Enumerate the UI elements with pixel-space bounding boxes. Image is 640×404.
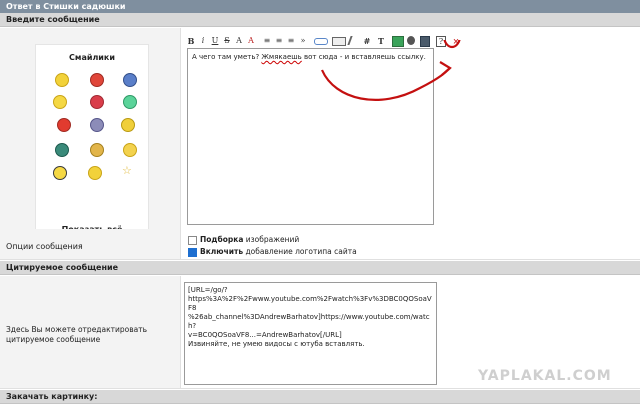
- logo-option-text: Включить добавление логотипа сайта: [200, 247, 357, 256]
- annotation-arrow-icon: [320, 40, 461, 101]
- quote-line: %26ab_channel%3DAndrewBarhatov]https://w…: [188, 313, 430, 330]
- smiley-icon[interactable]: [123, 143, 137, 157]
- smiley-icon[interactable]: [55, 73, 69, 87]
- section-quoted-header: Цитируемое сообщение: [0, 261, 640, 275]
- align-center-button[interactable]: ≡: [274, 35, 284, 47]
- smileys-panel: Смайлики ☆ Показать всё: [35, 44, 149, 243]
- watermark: YAPLAKAL.COM: [478, 368, 612, 384]
- quote-line: [URL=/go/?: [188, 286, 228, 294]
- quote-line: Извиняйте, не умею видосы с ютуба вставл…: [188, 340, 365, 348]
- selection-checkbox[interactable]: [188, 236, 197, 245]
- strike-button[interactable]: S: [222, 35, 232, 47]
- smiley-icon[interactable]: [121, 118, 135, 132]
- smileys-cell: Смайлики ☆ Показать всё: [0, 28, 181, 243]
- quote-line: https%3A%2F%2Fwww.youtube.com%2Fwatch%3F…: [188, 295, 432, 312]
- quote-textarea[interactable]: [URL=/go/? https%3A%2F%2Fwww.youtube.com…: [184, 282, 437, 385]
- smiley-icon[interactable]: [88, 166, 102, 180]
- section-upload-header: Закачать картинку:: [0, 390, 640, 404]
- smiley-icon[interactable]: [90, 73, 104, 87]
- text-size-button[interactable]: A: [234, 35, 244, 47]
- quote-label: Здесь Вы можете отредактировать цитируем…: [6, 325, 148, 344]
- options-label: Опции сообщения: [6, 242, 83, 251]
- editor-text: А чего там уметь?: [192, 53, 262, 61]
- smiley-icon[interactable]: [53, 95, 67, 109]
- smiley-icon[interactable]: [55, 143, 69, 157]
- smiley-icon[interactable]: [53, 166, 67, 180]
- text-color-button[interactable]: A: [246, 35, 256, 47]
- align-left-button[interactable]: ≡: [262, 35, 272, 47]
- section-message-header: Введите сообщение: [0, 13, 640, 27]
- smiley-icon[interactable]: [90, 118, 104, 132]
- smiley-icon[interactable]: [90, 95, 104, 109]
- smiley-icon[interactable]: [90, 143, 104, 157]
- smiley-icon[interactable]: [123, 95, 137, 109]
- logo-checkbox[interactable]: [188, 248, 197, 257]
- bold-button[interactable]: B: [186, 35, 196, 47]
- star-icon[interactable]: ☆: [122, 164, 132, 177]
- quote-line: v=BC0QOSoaVF8...=AndrewBarhatov[/URL]: [188, 331, 342, 339]
- align-right-button[interactable]: ≡: [286, 35, 296, 47]
- smiley-icon[interactable]: [123, 73, 137, 87]
- underline-button[interactable]: U: [210, 35, 220, 47]
- smileys-title: Смайлики: [69, 53, 115, 62]
- italic-button[interactable]: i: [198, 35, 208, 47]
- editor-misspelled-word: Жмякаешь: [261, 53, 302, 61]
- smiley-icon[interactable]: [57, 118, 71, 132]
- reply-title-bar: Ответ в Стишки садюшки: [0, 0, 640, 13]
- selection-option-text: Подборка изображений: [200, 235, 300, 244]
